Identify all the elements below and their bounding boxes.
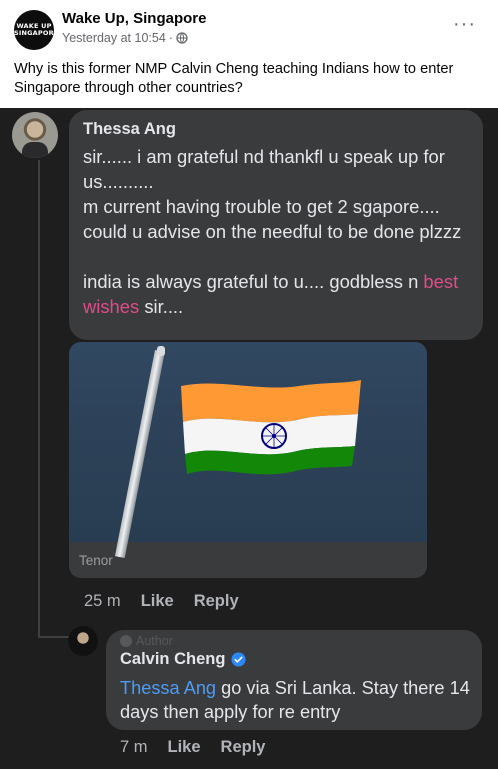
reply-button[interactable]: Reply <box>194 592 239 611</box>
page-name[interactable]: Wake Up, Singapore <box>62 10 206 27</box>
comment-text: sir...... i am grateful nd thankfl u spe… <box>83 144 479 319</box>
reply-actions: 7 m Like Reply <box>120 738 265 757</box>
post-meta: Yesterday at 10:54 · <box>62 31 188 45</box>
indian-flag-gif <box>69 342 427 559</box>
comment-text-tail: sir.... <box>139 296 184 317</box>
comment-text-main: sir...... i am grateful nd thankfl u spe… <box>83 146 462 292</box>
avatar <box>12 112 58 158</box>
comment-actions: 25 m Like Reply <box>84 592 239 611</box>
reply-text: Thessa Ang go via Sri Lanka. Stay there … <box>120 676 470 724</box>
avatar-text-line2: SINGAPORE <box>14 29 59 37</box>
reply-time[interactable]: 7 m <box>120 738 148 757</box>
globe-icon <box>176 32 188 44</box>
author-badge: Author <box>120 634 173 648</box>
verified-badge-icon <box>231 652 246 667</box>
reply-author: Calvin Cheng <box>120 650 226 668</box>
author-badge-label: Author <box>136 634 173 648</box>
meta-separator: · <box>168 31 173 45</box>
thread-line-branch <box>38 636 72 638</box>
like-button[interactable]: Like <box>168 738 201 757</box>
reply-author-row: Calvin Cheng <box>120 650 246 669</box>
comment-time[interactable]: 25 m <box>84 592 121 611</box>
avatar <box>68 626 98 656</box>
like-button[interactable]: Like <box>141 592 174 611</box>
indian-flag-icon <box>181 380 361 475</box>
reply-button[interactable]: Reply <box>221 738 266 757</box>
post-text: Why is this former NMP Calvin Cheng teac… <box>14 61 454 96</box>
comment-bubble: Thessa Ang sir...... i am grateful nd th… <box>69 110 483 340</box>
reply-bubble: Author Calvin Cheng Thessa Ang go via Sr… <box>106 630 482 730</box>
more-options-button[interactable]: ··· <box>453 14 476 34</box>
comment-author: Thessa Ang <box>83 120 176 138</box>
comment-screenshot-image[interactable]: Thessa Ang sir...... i am grateful nd th… <box>0 108 498 769</box>
gif-attachment: Tenor <box>69 342 427 578</box>
gif-caption: Tenor <box>79 553 113 568</box>
post-header: WAKE UP SINGAPORE Wake Up, Singapore Yes… <box>0 0 498 108</box>
author-badge-icon <box>120 635 132 647</box>
page-avatar[interactable]: WAKE UP SINGAPORE <box>14 10 59 50</box>
thread-line <box>38 160 40 638</box>
post-timestamp[interactable]: Yesterday at 10:54 <box>62 31 166 45</box>
reply-mention[interactable]: Thessa Ang <box>120 678 216 698</box>
